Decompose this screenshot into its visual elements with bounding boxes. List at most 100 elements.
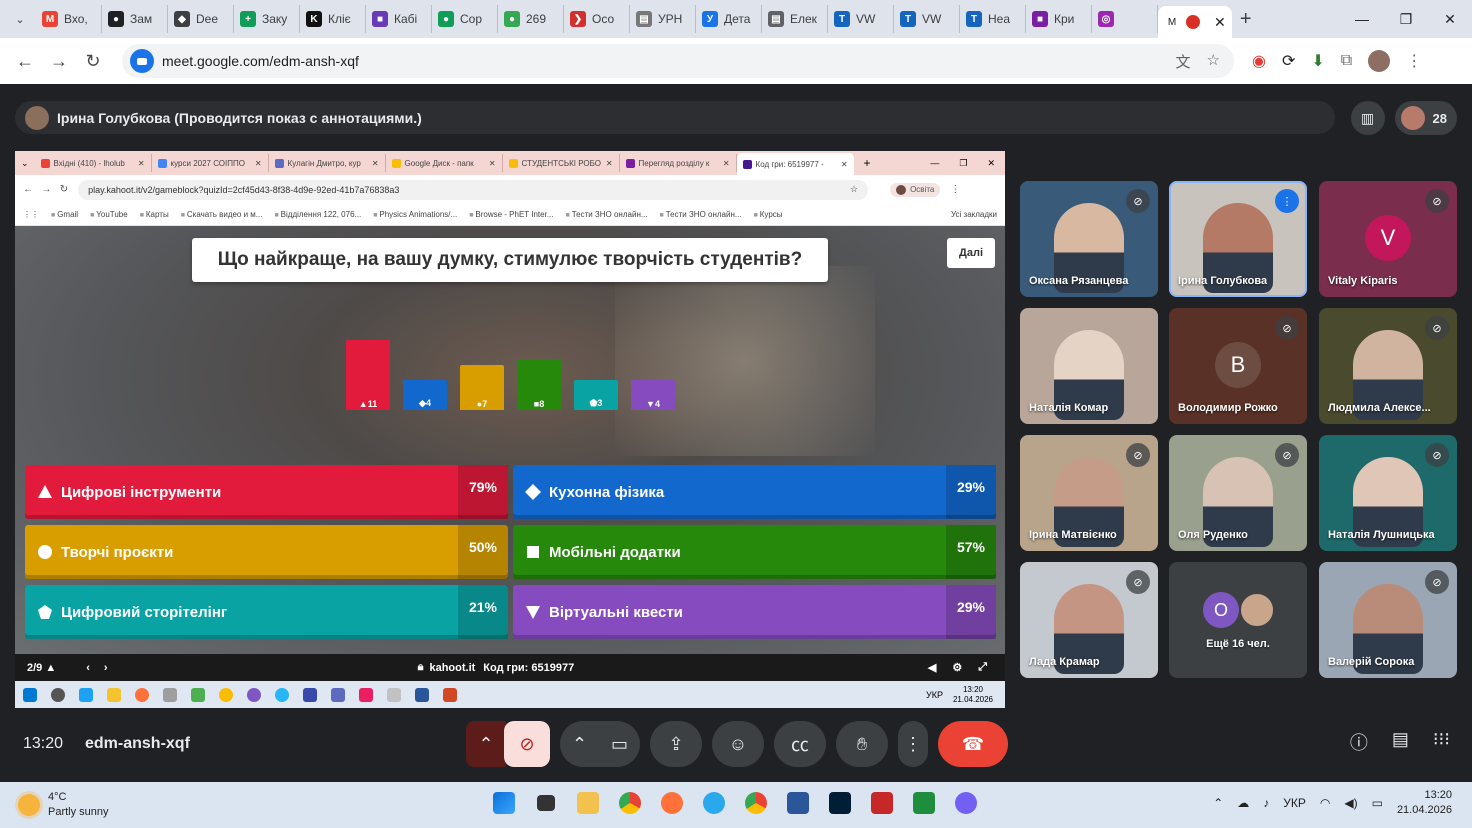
tab-google-meet-active[interactable]: М ✕ <box>1158 6 1232 38</box>
answer-percentage: 21% <box>458 585 508 639</box>
answer-percentage: 29% <box>946 585 996 639</box>
present-screen-button[interactable]: ⇪ <box>650 721 702 767</box>
meet-tab-icon: М <box>1164 14 1180 30</box>
browser-tab[interactable]: ◎ <box>1092 5 1158 33</box>
browser-tab[interactable]: ▤ УРН <box>630 5 696 33</box>
microphone-off-button[interactable]: ⊘ <box>504 721 550 767</box>
participant-tile[interactable]: Наталія Комар <box>1020 308 1158 424</box>
tray-chevron-icon[interactable]: ⌃ <box>1213 796 1223 810</box>
weather-widget[interactable]: 4°C Partly sunny <box>18 790 109 820</box>
mic-muted-icon: ⊘ <box>1126 189 1150 213</box>
tab-search-icon[interactable]: ⌄ <box>8 7 32 31</box>
browser-tab[interactable]: ● Сор <box>432 5 498 33</box>
participant-tile[interactable]: V Vitaly Kiparis ⊘ <box>1319 181 1457 297</box>
inner-chrome-icon <box>219 687 233 702</box>
browser-tab[interactable]: M Вхо, <box>36 5 102 33</box>
viber-taskbar-icon[interactable] <box>952 788 980 818</box>
browser-tab[interactable]: ● Зам <box>102 5 168 33</box>
participant-tile[interactable]: Людмила Алексе... ⊘ <box>1319 308 1457 424</box>
emoji-reactions-button[interactable]: ☺ <box>712 721 764 767</box>
camera-button[interactable]: ⌃ ▭ <box>560 721 640 767</box>
sync-extension-icon[interactable]: ⟳ <box>1282 51 1295 71</box>
participant-tile[interactable]: B Володимир Рожко ⊘ <box>1169 308 1307 424</box>
close-window-button[interactable]: ✕ <box>1428 0 1472 38</box>
file-explorer-icon[interactable] <box>574 788 602 818</box>
browser-tab[interactable]: T VW <box>828 5 894 33</box>
captions-button[interactable]: ㏄ <box>774 721 826 767</box>
bookmark-item: YouTube <box>90 210 127 219</box>
question-title: Що найкраще, на вашу думку, стимулює тво… <box>192 238 828 282</box>
sheets-taskbar-icon[interactable] <box>910 788 938 818</box>
chrome-profile-taskbar-icon[interactable] <box>742 788 770 818</box>
wifi-icon[interactable]: ◠ <box>1320 796 1330 810</box>
back-button[interactable]: ← <box>10 46 40 76</box>
forward-button[interactable]: → <box>44 46 74 76</box>
chrome-menu-icon[interactable]: ⋮ <box>1406 51 1422 71</box>
browser-tab[interactable]: T VW <box>894 5 960 33</box>
participant-tile[interactable]: О Ещё 16 чел. <box>1169 562 1307 678</box>
participant-tile[interactable]: Валерій Сорока ⊘ <box>1319 562 1457 678</box>
browser-tab[interactable]: + Заку <box>234 5 300 33</box>
inner-search-icon <box>51 687 65 702</box>
chat-icon[interactable]: ▤ <box>1392 729 1409 755</box>
smartboard-taskbar-icon[interactable] <box>868 788 896 818</box>
tray-cloud-icon[interactable]: ☁ <box>1237 796 1249 810</box>
close-tab-icon[interactable]: ✕ <box>1214 14 1226 31</box>
download-extension-icon[interactable]: ⬇ <box>1311 51 1324 71</box>
address-bar[interactable]: meet.google.com/edm-ansh-xqf 文 ☆ <box>122 44 1234 78</box>
inner-tray-lang: УКР <box>925 689 943 700</box>
browser-tab[interactable]: ■ Кри <box>1026 5 1092 33</box>
translate-icon[interactable]: 文 <box>1176 51 1191 72</box>
meeting-info-icon[interactable]: ⓘ <box>1350 729 1368 755</box>
participant-tile[interactable]: Ірина Матвієнко ⊘ <box>1020 435 1158 551</box>
raise-hand-button[interactable]: ✋︎ <box>836 721 888 767</box>
new-tab-button[interactable]: + <box>1232 8 1260 31</box>
inner-app2-icon <box>191 687 205 702</box>
word-taskbar-icon[interactable] <box>784 788 812 818</box>
battery-icon[interactable]: ▭ <box>1372 796 1383 810</box>
reload-button[interactable]: ↻ <box>78 46 108 76</box>
extensions-puzzle-icon[interactable]: ⧉ <box>1341 52 1352 70</box>
participant-tile[interactable]: Наталія Лушницька ⊘ <box>1319 435 1457 551</box>
browser-tab[interactable]: У Дета <box>696 5 762 33</box>
participant-tile[interactable]: Ірина Голубкова ⋮ <box>1169 181 1307 297</box>
browser-tab[interactable]: ◆ Dee <box>168 5 234 33</box>
answer-option: Цифрові інструменти 79% <box>25 465 508 519</box>
volume-tray-icon[interactable]: ◀︎) <box>1344 796 1357 810</box>
maximize-button[interactable]: ❐ <box>1384 0 1428 38</box>
taskbar-clock[interactable]: 13:20 21.04.2026 <box>1397 788 1452 818</box>
weather-desc: Partly sunny <box>48 806 109 818</box>
activities-icon[interactable]: ⁝⁝⁝ <box>1433 729 1450 755</box>
firefox-taskbar-icon[interactable] <box>658 788 686 818</box>
tab-title: Заку <box>262 12 288 26</box>
tray-lang[interactable]: УКР <box>1283 796 1306 810</box>
vote-bar: ▲11 <box>346 340 390 410</box>
inner-tray-clock: 13:20 21.04.2026 <box>952 684 993 704</box>
task-view-icon[interactable] <box>532 788 560 818</box>
bookmark-star-icon[interactable]: ☆ <box>1207 51 1220 72</box>
chrome-taskbar-icon[interactable] <box>616 788 644 818</box>
more-options-button[interactable]: ⋮ <box>898 721 928 767</box>
browser-tab[interactable]: ■ Кабі <box>366 5 432 33</box>
opera-extension-icon[interactable]: ◉ <box>1252 51 1266 71</box>
tray-mic-icon[interactable]: ♪ <box>1263 796 1269 810</box>
participants-count-button[interactable]: 28 <box>1394 101 1457 135</box>
photoshop-taskbar-icon[interactable] <box>826 788 854 818</box>
browser-tab[interactable]: ● 269 <box>498 5 564 33</box>
profile-avatar[interactable] <box>1368 50 1391 72</box>
audio-options-button[interactable]: ⌃ <box>466 721 506 767</box>
browser-tab[interactable]: ▤ Елек <box>762 5 828 33</box>
browser-tab[interactable]: K Кліє <box>300 5 366 33</box>
tab-favicon-icon: ▤ <box>636 11 652 27</box>
browser-tab[interactable]: ❯ Осо <box>564 5 630 33</box>
participant-tile[interactable]: Оля Руденко ⊘ <box>1169 435 1307 551</box>
participant-tile[interactable]: Лада Крамар ⊘ <box>1020 562 1158 678</box>
leave-call-button[interactable]: ☎ <box>938 721 1008 767</box>
browser-tab[interactable]: T Неа <box>960 5 1026 33</box>
layout-toggle-icon[interactable]: ▥ <box>1350 101 1385 135</box>
telegram-taskbar-icon[interactable] <box>700 788 728 818</box>
participant-tile[interactable]: Оксана Рязанцева ⊘ <box>1020 181 1158 297</box>
start-button[interactable] <box>490 788 518 818</box>
minimize-button[interactable]: — <box>1340 0 1384 38</box>
site-info-icon[interactable] <box>130 49 154 73</box>
